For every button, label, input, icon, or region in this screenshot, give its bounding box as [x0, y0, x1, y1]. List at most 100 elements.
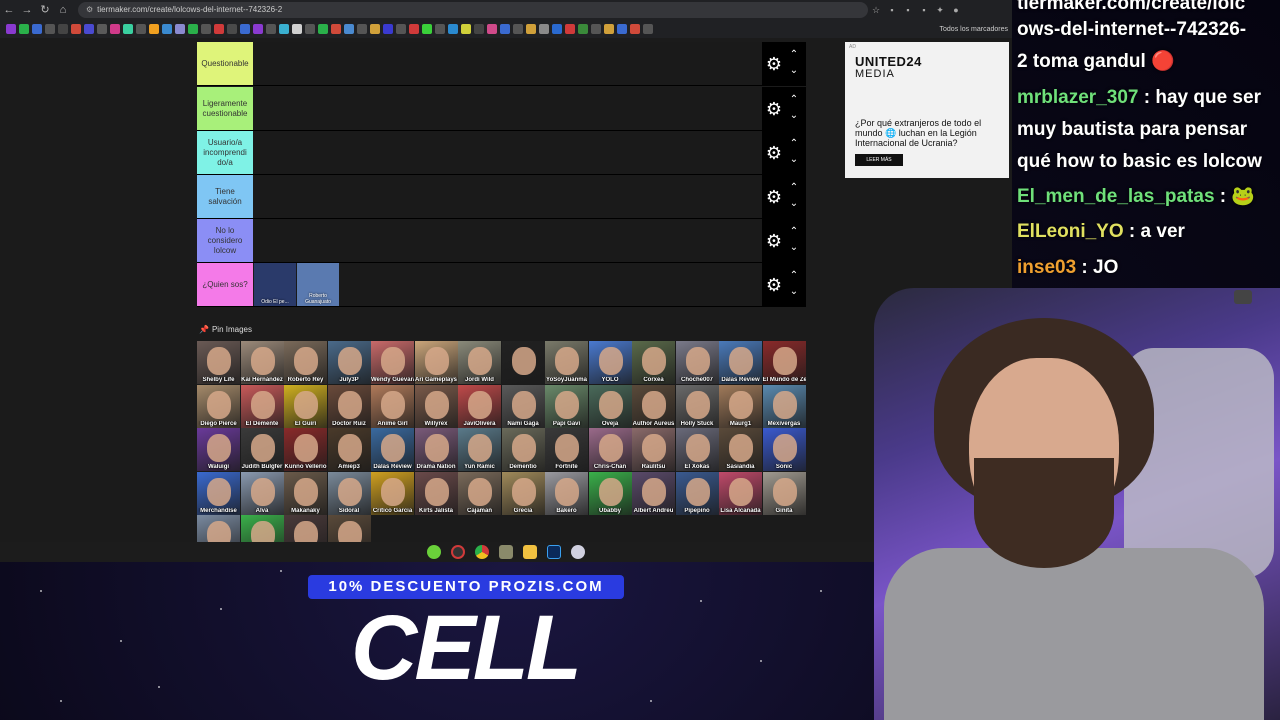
- pool-image[interactable]: Drama Nation: [414, 428, 458, 471]
- pool-image[interactable]: Maurg1: [719, 384, 762, 428]
- folder-icon[interactable]: [523, 545, 537, 559]
- gear-icon[interactable]: ⚙: [764, 99, 784, 119]
- bookmark-icon[interactable]: [396, 24, 406, 34]
- pin-icon[interactable]: 📌: [199, 325, 209, 334]
- pool-image[interactable]: Dementio: [501, 428, 545, 471]
- pool-image[interactable]: Dalas Review: [719, 341, 762, 384]
- pool-image[interactable]: Sasiandia: [719, 428, 762, 471]
- gear-icon[interactable]: ⚙: [764, 54, 784, 74]
- pool-image[interactable]: Ubabby: [588, 471, 632, 515]
- tier-label[interactable]: Usuario/a incomprendi do/a: [197, 131, 253, 174]
- pool-image[interactable]: Shelby Life: [197, 341, 240, 384]
- bookmark-icon[interactable]: [513, 24, 523, 34]
- bookmark-icon[interactable]: [344, 24, 354, 34]
- bookmark-icon[interactable]: [448, 24, 458, 34]
- chevron-down-icon[interactable]: ⌄: [788, 243, 800, 253]
- pool-image[interactable]: Alva: [240, 471, 284, 515]
- bookmark-icon[interactable]: [383, 24, 393, 34]
- extension-icon[interactable]: ▪: [900, 5, 916, 15]
- chevron-up-icon[interactable]: ⌃: [788, 183, 800, 193]
- tier-item-image[interactable]: Odio El pe...: [254, 263, 296, 306]
- bookmark-icon[interactable]: [149, 24, 159, 34]
- chevron-down-icon[interactable]: ⌄: [788, 111, 800, 121]
- pool-image[interactable]: Waluigi: [197, 428, 240, 471]
- bookmark-icon[interactable]: [97, 24, 107, 34]
- chevron-up-icon[interactable]: ⌃: [788, 95, 800, 105]
- chevron-up-icon[interactable]: ⌃: [788, 227, 800, 237]
- pool-image[interactable]: JaviOlivera: [458, 384, 501, 428]
- pool-image[interactable]: Kirts Jalista: [414, 471, 458, 515]
- chevron-up-icon[interactable]: ⌃: [788, 50, 800, 60]
- pool-image[interactable]: Fortnite: [545, 428, 588, 471]
- pool-image[interactable]: Raulitsu: [632, 428, 675, 471]
- pool-image[interactable]: Roberto Rey: [284, 341, 327, 384]
- chrome-icon[interactable]: [475, 545, 489, 559]
- bookmark-icon[interactable]: [123, 24, 133, 34]
- pool-image[interactable]: Critico Garcia: [371, 471, 414, 515]
- pool-image[interactable]: El Xokas: [675, 428, 719, 471]
- bookmark-icon[interactable]: [526, 24, 536, 34]
- bookmark-icon[interactable]: [19, 24, 29, 34]
- bookmark-icon[interactable]: [422, 24, 432, 34]
- extension-icon[interactable]: ▪: [916, 5, 932, 15]
- pool-image[interactable]: Mexivergas: [762, 384, 806, 428]
- bookmark-icon[interactable]: [214, 24, 224, 34]
- bookmark-icon[interactable]: [500, 24, 510, 34]
- pool-image[interactable]: Anime Girl: [371, 384, 414, 428]
- bookmark-icon[interactable]: [591, 24, 601, 34]
- pool-image[interactable]: Author Aureus: [632, 384, 675, 428]
- bookmark-icon[interactable]: [227, 24, 237, 34]
- pool-image[interactable]: Makanaky: [284, 471, 327, 515]
- chevron-down-icon[interactable]: ⌄: [788, 155, 800, 165]
- bookmark-star-icon[interactable]: ☆: [868, 5, 884, 16]
- pool-image[interactable]: Holly Stuck: [675, 384, 719, 428]
- pool-image[interactable]: Grecia: [501, 471, 545, 515]
- tier-label[interactable]: ¿Quien sos?: [197, 263, 253, 306]
- pool-image[interactable]: El Mundo de Zeta: [762, 341, 806, 384]
- tier-item-image[interactable]: Roberto Guanajuato: [297, 263, 339, 306]
- pool-image[interactable]: Ari Gameplays: [414, 341, 458, 384]
- bookmark-icon[interactable]: [292, 24, 302, 34]
- pool-image[interactable]: Jordi Wild: [458, 341, 501, 384]
- pool-image[interactable]: Bakero: [545, 471, 588, 515]
- bookmark-icon[interactable]: [318, 24, 328, 34]
- bookmark-icon[interactable]: [279, 24, 289, 34]
- tier-label[interactable]: Tiene salvación: [197, 175, 253, 218]
- home-icon[interactable]: ⌂: [54, 0, 72, 20]
- chevron-down-icon[interactable]: ⌄: [788, 287, 800, 297]
- pool-image[interactable]: Judith Bulgfer: [240, 428, 284, 471]
- pool-image[interactable]: Pipepino: [675, 471, 719, 515]
- bookmark-icon[interactable]: [487, 24, 497, 34]
- bookmark-icon[interactable]: [643, 24, 653, 34]
- bookmark-icon[interactable]: [435, 24, 445, 34]
- tier-label[interactable]: No lo considero lolcow: [197, 219, 253, 262]
- bookmark-icon[interactable]: [552, 24, 562, 34]
- bookmark-icon[interactable]: [175, 24, 185, 34]
- pool-image[interactable]: Kunno Vellerio: [284, 428, 327, 471]
- photoshop-icon[interactable]: [547, 545, 561, 559]
- bookmark-icon[interactable]: [370, 24, 380, 34]
- bookmark-icon[interactable]: [617, 24, 627, 34]
- chevron-down-icon[interactable]: ⌄: [788, 199, 800, 209]
- back-icon[interactable]: ←: [0, 0, 18, 20]
- pool-image[interactable]: Wendy Guevara: [371, 341, 414, 384]
- gear-icon[interactable]: ⚙: [764, 187, 784, 207]
- pool-image[interactable]: Oveja: [588, 384, 632, 428]
- bookmark-icon[interactable]: [6, 24, 16, 34]
- pool-image[interactable]: Corxea: [632, 341, 675, 384]
- bookmark-icon[interactable]: [162, 24, 172, 34]
- bookmark-icon[interactable]: [71, 24, 81, 34]
- pool-image[interactable]: Albert Andreu: [632, 471, 675, 515]
- pool-image[interactable]: Nami Gaga: [501, 384, 545, 428]
- bookmark-icon[interactable]: [266, 24, 276, 34]
- bookmark-icon[interactable]: [409, 24, 419, 34]
- bookmark-icon[interactable]: [565, 24, 575, 34]
- pool-image[interactable]: Chris-Chan: [588, 428, 632, 471]
- advertisement[interactable]: AD UNITED24 MEDIA ¿Por qué extranjeros d…: [845, 42, 1009, 178]
- bookmark-icon[interactable]: [604, 24, 614, 34]
- pool-image[interactable]: Lisa Alcanada: [719, 471, 762, 515]
- bookmark-icon[interactable]: [253, 24, 263, 34]
- bookmark-icon[interactable]: [32, 24, 42, 34]
- bookmark-icon[interactable]: [539, 24, 549, 34]
- pool-image[interactable]: Ginita: [762, 471, 806, 515]
